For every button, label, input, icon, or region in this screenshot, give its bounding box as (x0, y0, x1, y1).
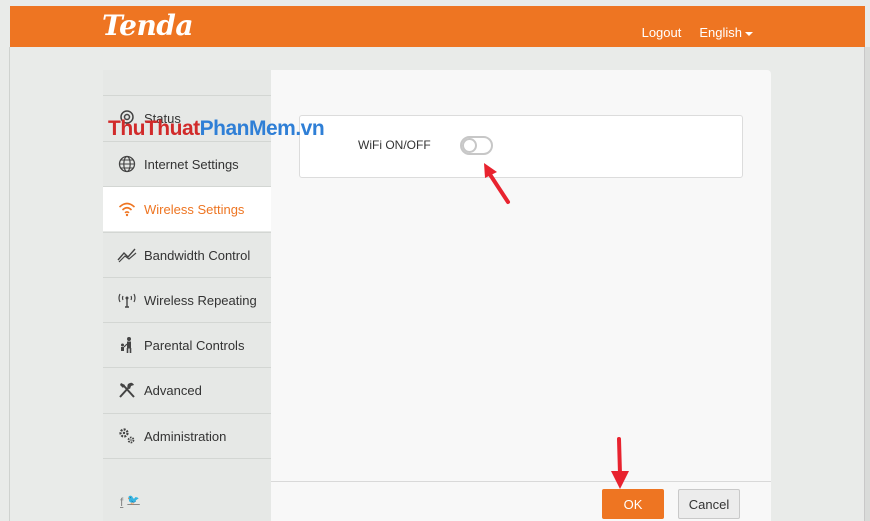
facebook-icon[interactable]: f (120, 495, 123, 509)
chevron-down-icon (745, 31, 753, 36)
language-label: English (699, 25, 742, 40)
watermark-logo: ThuThuatPhanMem.vn (108, 117, 325, 141)
sidebar-item-label: Wireless Repeating (144, 292, 257, 308)
wifi-toggle-switch[interactable] (460, 136, 493, 155)
repeater-icon (116, 292, 138, 308)
sidebar-item-label: Advanced (144, 382, 202, 398)
sidebar-item-label: Wireless Settings (144, 201, 245, 217)
logout-link[interactable]: Logout (642, 25, 682, 40)
globe-icon (116, 155, 138, 173)
scrollbar[interactable] (864, 47, 870, 521)
family-icon (116, 336, 138, 354)
toggle-knob (462, 138, 477, 153)
watermark-part1: ThuThuat (108, 117, 200, 140)
sidebar-item-wireless-settings[interactable]: Wireless Settings (103, 186, 271, 231)
ok-button[interactable]: OK (602, 489, 664, 519)
sidebar-item-administration[interactable]: Administration (103, 413, 271, 458)
twitter-icon[interactable]: 🐦 (127, 495, 139, 509)
main-content: WiFi ON/OFF (271, 70, 771, 521)
language-dropdown[interactable]: English (699, 25, 753, 40)
wifi-icon (116, 201, 138, 217)
watermark-part2: PhanMem.vn (199, 117, 325, 140)
sidebar-item-advanced[interactable]: Advanced (103, 367, 271, 412)
social-links: f 🐦 (120, 495, 140, 509)
tools-icon (116, 381, 138, 399)
cancel-button[interactable]: Cancel (678, 489, 740, 519)
sidebar-item-label: Administration (144, 428, 227, 444)
sidebar-item-bandwidth-control[interactable]: Bandwidth Control (103, 232, 271, 277)
sidebar-item-label: Internet Settings (144, 156, 239, 172)
annotation-arrow-toggle (484, 163, 510, 204)
wifi-onoff-label: WiFi ON/OFF (358, 138, 431, 152)
tenda-logo: Tenda (102, 9, 194, 42)
annotation-arrow-ok (611, 437, 629, 489)
page-left-edge (9, 47, 10, 521)
sidebar-divider (103, 458, 271, 459)
top-links: Logout English (642, 25, 753, 40)
sidebar-item-label: Parental Controls (144, 337, 245, 353)
chart-line-icon (116, 247, 138, 263)
gears-icon (116, 427, 138, 445)
wifi-toggle-panel: WiFi ON/OFF (299, 115, 743, 178)
sidebar-item-parental-controls[interactable]: Parental Controls (103, 322, 271, 367)
sidebar-item-label: Bandwidth Control (144, 247, 251, 263)
top-bar: Tenda Logout English (10, 6, 865, 47)
sidebar-item-internet-settings[interactable]: Internet Settings (103, 141, 271, 186)
sidebar-item-wireless-repeating[interactable]: Wireless Repeating (103, 277, 271, 322)
